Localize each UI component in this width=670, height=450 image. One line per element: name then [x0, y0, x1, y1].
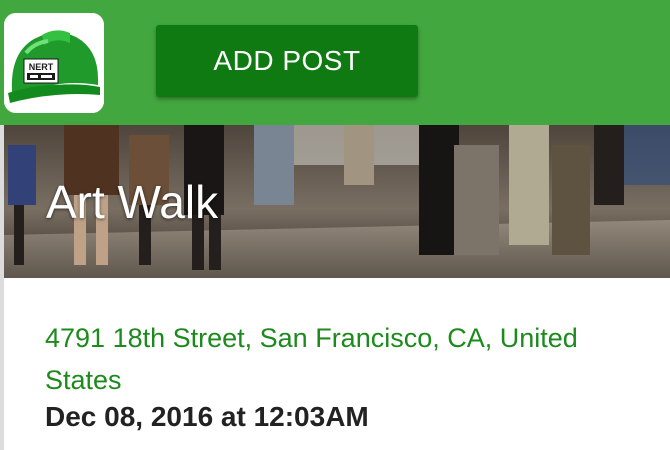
post-cover-image: Art Walk [4, 125, 670, 278]
post-card[interactable]: Art Walk 4791 18th Street, San Francisco… [0, 125, 670, 450]
add-post-button[interactable]: ADD POST [156, 25, 418, 97]
hard-hat-icon: NERT [4, 13, 104, 113]
top-bar: NERT ADD POST [0, 0, 670, 125]
post-datetime: Dec 08, 2016 at 12:03AM [45, 401, 369, 432]
post-address[interactable]: 4791 18th Street, San Francisco, CA, Uni… [45, 317, 635, 401]
logo-text: NERT [29, 62, 54, 72]
nert-logo[interactable]: NERT [4, 13, 104, 113]
post-title: Art Walk [46, 176, 219, 228]
